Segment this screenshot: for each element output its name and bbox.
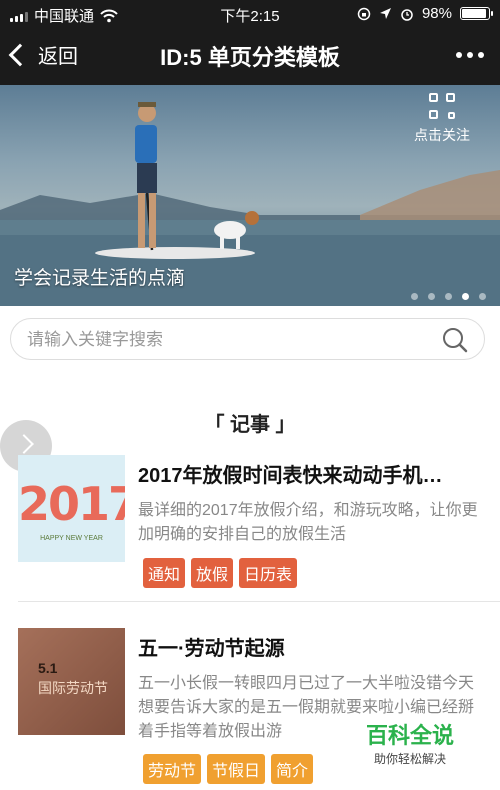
article-title[interactable]: 2017年放假时间表快来动动手机… <box>138 459 478 488</box>
carousel-dot[interactable] <box>411 293 418 300</box>
status-bar: 中国联通 下午2:15 98% <box>0 0 500 28</box>
tag-item[interactable]: 日历表 <box>239 558 298 588</box>
carousel-indicators <box>411 293 486 300</box>
follow-label: 点击关注 <box>414 127 470 143</box>
thumbnail-caption: HAPPY NEW YEAR <box>40 535 103 542</box>
more-options-button[interactable] <box>456 52 484 58</box>
article-tags: 劳动节 节假日 简介 <box>143 754 314 784</box>
thumbnail-number-text: 5.1 <box>38 660 58 676</box>
watermark-title: 百科全说 <box>365 723 454 748</box>
battery-percent: 98% <box>421 5 452 22</box>
alarm-icon <box>401 8 413 21</box>
article-item[interactable]: 2017 HAPPY NEW YEAR 2017年放假时间表快来动动手机… 最详… <box>0 455 500 605</box>
follow-button[interactable]: 点击关注 <box>402 93 482 145</box>
chevron-right-icon <box>14 434 34 454</box>
thumbnail-caption: 国际劳动节 <box>38 680 108 696</box>
battery-fill <box>462 9 486 18</box>
banner-caption: 学会记录生活的点滴 <box>14 268 186 289</box>
carousel-dot[interactable] <box>479 293 486 300</box>
carousel-dot[interactable] <box>445 293 452 300</box>
top-bar: 中国联通 下午2:15 98% 返回 ID:5 单页分类模板 <box>0 0 500 85</box>
tag-item[interactable]: 放假 <box>191 558 234 588</box>
article-tags: 通知 放假 日历表 <box>143 558 298 588</box>
qr-code-icon <box>429 93 455 119</box>
tag-item[interactable]: 节假日 <box>207 754 266 784</box>
location-icon <box>379 8 391 19</box>
section-title: 「 记事 」 <box>204 414 296 436</box>
thumbnail-year-text: 2017 <box>18 477 125 531</box>
article-description: 最详细的2017年放假介绍，和游玩攻略，让你更加明确的安排自己的放假生活 <box>138 502 478 543</box>
watermark-subtitle: 助你轻松解决 <box>373 752 446 766</box>
search-bar <box>10 318 485 360</box>
orientation-lock-icon <box>357 7 371 20</box>
battery-icon <box>460 7 493 20</box>
search-input[interactable] <box>25 327 429 353</box>
banner-carousel[interactable]: 点击关注 学会记录生活的点滴 <box>0 85 500 306</box>
tag-item[interactable]: 通知 <box>143 558 186 588</box>
article-thumbnail[interactable]: 2017 HAPPY NEW YEAR <box>18 455 125 562</box>
navigation-bar: 返回 ID:5 单页分类模板 <box>0 30 500 82</box>
article-thumbnail[interactable]: 5.1 国际劳动节 <box>18 628 125 735</box>
page-title: ID:5 单页分类模板 <box>160 45 340 70</box>
carousel-dot[interactable] <box>428 293 435 300</box>
search-icon[interactable] <box>442 327 468 353</box>
tag-item[interactable]: 劳动节 <box>143 754 202 784</box>
tag-item[interactable]: 简介 <box>271 754 314 784</box>
watermark-logo: 百科全说 助你轻松解决 <box>350 716 470 771</box>
carousel-dot[interactable] <box>462 293 469 300</box>
divider <box>18 601 500 602</box>
article-title[interactable]: 五一·劳动节起源 <box>138 632 478 661</box>
